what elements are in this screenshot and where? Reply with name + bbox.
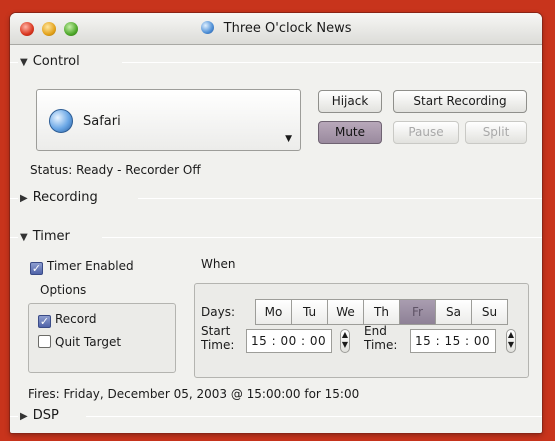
divider — [10, 198, 18, 199]
divider — [138, 198, 542, 199]
day-button-tu[interactable]: Tu — [291, 299, 328, 325]
dropdown-arrow-icon: ▼ — [285, 134, 292, 144]
hijack-button[interactable]: Hijack — [318, 90, 382, 113]
end-time-stepper[interactable]: ▲ ▼ — [506, 329, 516, 353]
start-time-field[interactable]: 15 : 00 : 00 — [246, 329, 332, 353]
disclosure-closed-icon: ▶ — [20, 411, 28, 422]
control-section-label: Control — [32, 54, 80, 69]
safari-icon — [49, 109, 73, 133]
day-button-sa[interactable]: Sa — [435, 299, 472, 325]
divider — [10, 62, 18, 63]
day-button-we[interactable]: We — [327, 299, 364, 325]
disclosure-closed-icon: ▶ — [20, 193, 28, 204]
title-bar: Three O'clock News — [10, 13, 542, 45]
checkmark-icon: ✓ — [38, 315, 51, 328]
timer-section-toggle[interactable]: ▼ Timer — [20, 229, 70, 244]
options-label: Options — [40, 283, 87, 297]
end-time-label-line2: Time: — [364, 338, 398, 352]
divider — [122, 62, 542, 63]
start-time-label: Start Time: — [201, 324, 234, 352]
disclosure-open-icon: ▼ — [20, 232, 28, 243]
safari-globe-icon — [200, 21, 214, 34]
days-segmented-control: Mo Tu We Th Fr Sa Su — [255, 299, 508, 325]
start-time-stepper[interactable]: ▲ ▼ — [340, 329, 350, 353]
start-time-label-line1: Start — [201, 324, 231, 338]
timer-enabled-label: Timer Enabled — [47, 259, 134, 273]
divider — [86, 416, 542, 417]
start-recording-button[interactable]: Start Recording — [393, 90, 527, 113]
target-app-label: Safari — [83, 114, 121, 129]
day-button-su[interactable]: Su — [471, 299, 508, 325]
record-label: Record — [55, 312, 97, 326]
window-title: Three O'clock News — [223, 21, 352, 36]
pause-button[interactable]: Pause — [393, 121, 459, 144]
end-time-label: End Time: — [364, 324, 397, 352]
fires-summary: Fires: Friday, December 05, 2003 @ 15:00… — [28, 387, 360, 401]
day-button-fr[interactable]: Fr — [399, 299, 436, 325]
dsp-section-label: DSP — [32, 408, 59, 423]
recording-section-label: Recording — [32, 190, 98, 205]
status-text: Status: Ready - Recorder Off — [30, 163, 201, 177]
dsp-section-toggle[interactable]: ▶ DSP — [20, 408, 59, 423]
app-window: Three O'clock News ▼ Control Safari ▼ Hij… — [10, 13, 542, 433]
checkmark-icon: ✓ — [30, 262, 43, 275]
day-button-mo[interactable]: Mo — [255, 299, 292, 325]
quit-target-checkbox[interactable]: Quit Target — [38, 335, 121, 349]
disclosure-open-icon: ▼ — [20, 57, 28, 68]
split-button[interactable]: Split — [465, 121, 527, 144]
end-time-field[interactable]: 15 : 15 : 00 — [410, 329, 496, 353]
divider — [102, 237, 542, 238]
timer-enabled-checkbox[interactable]: ✓ Timer Enabled — [30, 259, 134, 275]
when-label: When — [201, 257, 236, 271]
end-time-label-line1: End — [364, 324, 387, 338]
mute-button[interactable]: Mute — [318, 121, 382, 144]
quit-target-label: Quit Target — [55, 335, 122, 349]
timer-section-label: Timer — [32, 229, 70, 244]
day-button-th[interactable]: Th — [363, 299, 400, 325]
target-app-select[interactable]: Safari ▼ — [36, 89, 301, 151]
days-label: Days: — [201, 305, 235, 319]
divider — [10, 237, 18, 238]
start-time-label-line2: Time: — [201, 338, 235, 352]
record-checkbox[interactable]: ✓ Record — [38, 312, 96, 328]
control-section-toggle[interactable]: ▼ Control — [20, 54, 80, 69]
divider — [10, 416, 18, 417]
empty-checkbox-icon — [38, 335, 51, 348]
recording-section-toggle[interactable]: ▶ Recording — [20, 190, 98, 205]
